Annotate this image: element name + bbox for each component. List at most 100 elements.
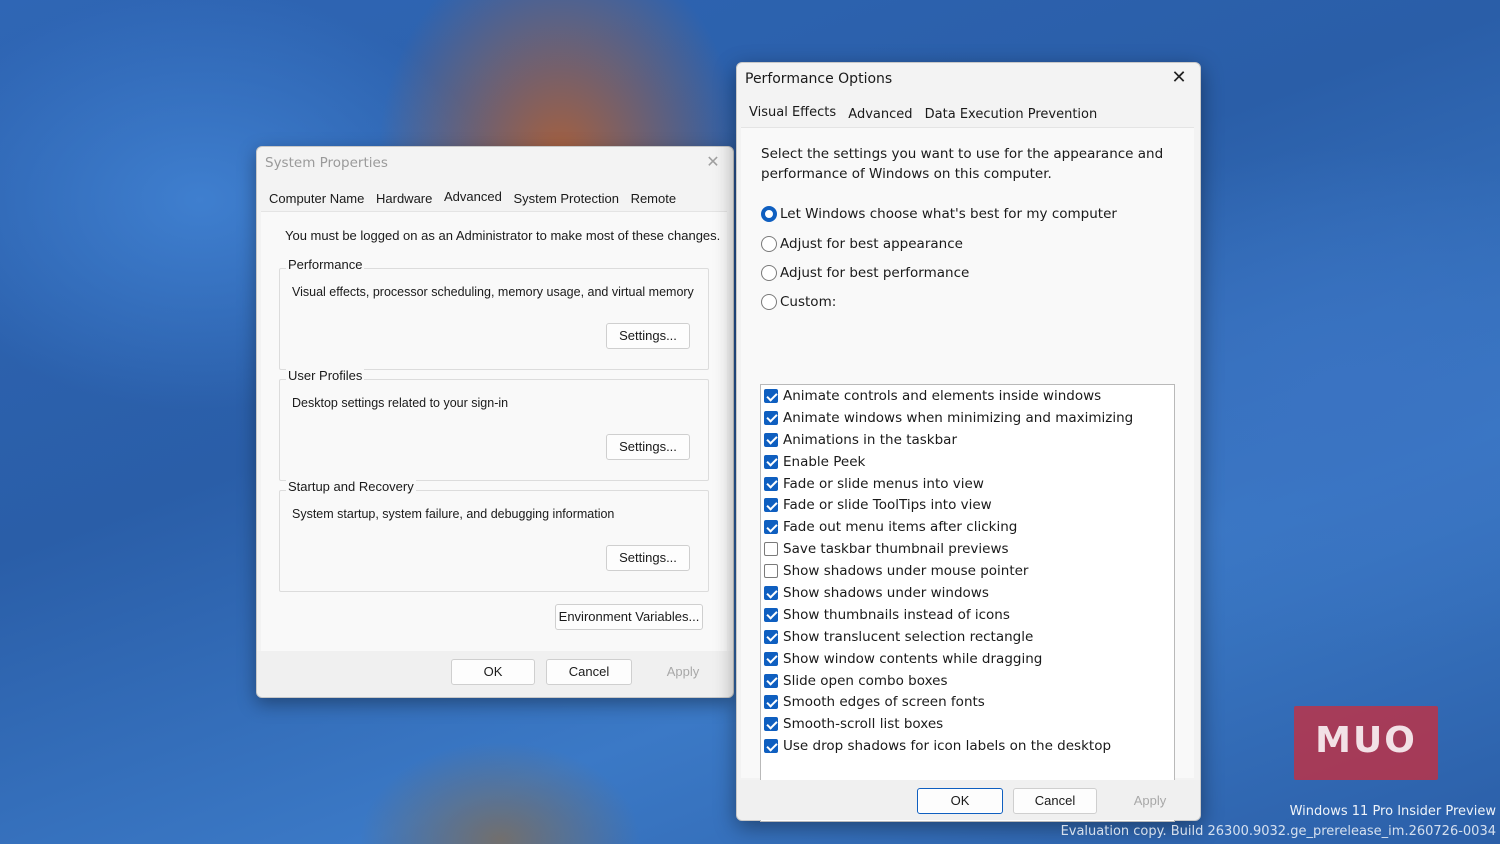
tab-system-protection[interactable]: System Protection: [509, 189, 623, 208]
effect-checkbox[interactable]: [764, 651, 778, 666]
effect-list-item[interactable]: Smooth edges of screen fonts: [761, 691, 1174, 713]
radio-label: Adjust for best appearance: [780, 236, 963, 252]
effect-list-item[interactable]: Animations in the taskbar: [761, 429, 1174, 451]
ok-button[interactable]: OK: [451, 659, 535, 685]
effect-label: Animations in the taskbar: [783, 431, 958, 448]
tab-visual-effects[interactable]: Visual Effects: [745, 105, 840, 120]
effect-checkbox[interactable]: [764, 739, 778, 754]
performance-settings-button[interactable]: Settings...: [606, 323, 690, 349]
effect-list-item[interactable]: Animate controls and elements inside win…: [761, 385, 1174, 407]
muo-logo: MUO: [1294, 706, 1438, 780]
radio-label: Custom:: [780, 294, 837, 310]
effect-checkbox[interactable]: [764, 410, 778, 425]
apply-button[interactable]: Apply: [1107, 788, 1193, 814]
radio-button[interactable]: [761, 265, 777, 281]
dialog-title: Performance Options: [745, 71, 893, 87]
close-icon[interactable]: ✕: [1168, 67, 1190, 88]
effect-label: Enable Peek: [783, 453, 866, 470]
effect-label: Show translucent selection rectangle: [783, 628, 1034, 645]
system-properties-dialog: System Properties ✕ Computer Name Hardwa…: [256, 146, 734, 698]
effect-list-item[interactable]: Show shadows under mouse pointer: [761, 560, 1174, 582]
effect-label: Save taskbar thumbnail previews: [783, 541, 1009, 558]
user-profiles-group: User Profiles Desktop settings related t…: [279, 368, 709, 481]
effect-list-item[interactable]: Show window contents while dragging: [761, 648, 1174, 670]
effect-list-item[interactable]: Show thumbnails instead of icons: [761, 604, 1174, 626]
startup-recovery-group: Startup and Recovery System startup, sys…: [279, 479, 709, 592]
effect-label: Fade or slide menus into view: [783, 475, 984, 492]
group-description: System startup, system failure, and debu…: [292, 507, 615, 521]
effect-checkbox[interactable]: [764, 520, 778, 535]
tab-panel-visual-effects: Select the settings you want to use for …: [741, 127, 1194, 822]
effect-label: Fade or slide ToolTips into view: [783, 497, 992, 514]
effect-checkbox[interactable]: [764, 607, 778, 622]
effect-checkbox[interactable]: [764, 629, 778, 644]
group-description: Visual effects, processor scheduling, me…: [292, 285, 694, 299]
ok-button[interactable]: OK: [917, 788, 1003, 814]
effect-list-item[interactable]: Show translucent selection rectangle: [761, 626, 1174, 648]
intro-text: Select the settings you want to use for …: [761, 146, 1164, 182]
group-description: Desktop settings related to your sign-in: [292, 396, 509, 410]
effect-list-item[interactable]: Fade out menu items after clicking: [761, 516, 1174, 538]
effect-checkbox[interactable]: [764, 476, 778, 491]
admin-note: You must be logged on as an Administrato…: [285, 228, 721, 243]
dialog-footer: OK Cancel Apply: [737, 780, 1200, 820]
effect-list-item[interactable]: Show shadows under windows: [761, 582, 1174, 604]
effect-label: Smooth-scroll list boxes: [783, 716, 944, 733]
logo-text: MUO: [1315, 720, 1417, 761]
effect-list-item[interactable]: Enable Peek: [761, 451, 1174, 473]
cancel-button[interactable]: Cancel: [546, 659, 632, 685]
tab-advanced[interactable]: Advanced: [844, 107, 916, 122]
effect-label: Slide open combo boxes: [783, 672, 948, 689]
visual-effects-list[interactable]: Animate controls and elements inside win…: [760, 384, 1175, 822]
effect-label: Smooth edges of screen fonts: [783, 694, 985, 711]
effect-label: Fade out menu items after clicking: [783, 519, 1018, 536]
tab-data-execution-prevention[interactable]: Data Execution Prevention: [921, 107, 1102, 122]
radio-button[interactable]: [761, 236, 777, 252]
effect-checkbox[interactable]: [764, 432, 778, 447]
effect-checkbox[interactable]: [764, 498, 778, 513]
effect-checkbox[interactable]: [764, 542, 778, 557]
effect-checkbox[interactable]: [764, 389, 778, 403]
effect-list-item[interactable]: Slide open combo boxes: [761, 670, 1174, 692]
tab-hardware[interactable]: Hardware: [372, 189, 436, 208]
effect-list-item[interactable]: Save taskbar thumbnail previews: [761, 538, 1174, 560]
group-title: User Profiles: [286, 368, 365, 383]
watermark-line-1: Windows 11 Pro Insider Preview: [1289, 804, 1496, 819]
effect-checkbox[interactable]: [764, 695, 778, 710]
dialog-title: System Properties: [265, 155, 388, 171]
effect-list-item[interactable]: Fade or slide menus into view: [761, 473, 1174, 495]
close-icon[interactable]: ✕: [703, 152, 723, 172]
effect-checkbox[interactable]: [764, 454, 778, 469]
radio-label: Let Windows choose what's best for my co…: [780, 206, 1117, 222]
effect-checkbox[interactable]: [764, 673, 778, 688]
dialog-footer: OK Cancel Apply: [257, 651, 733, 697]
radio-button[interactable]: [761, 294, 777, 310]
effect-label: Show shadows under mouse pointer: [783, 563, 1029, 580]
group-title: Performance: [286, 257, 365, 272]
tab-advanced[interactable]: Advanced: [440, 187, 506, 206]
cancel-button[interactable]: Cancel: [1013, 788, 1097, 814]
effect-list-item[interactable]: Fade or slide ToolTips into view: [761, 494, 1174, 516]
effect-label: Animate controls and elements inside win…: [783, 388, 1102, 404]
effect-checkbox[interactable]: [764, 564, 778, 579]
radio-label: Adjust for best performance: [780, 265, 970, 281]
watermark-line-2: Evaluation copy. Build 26300.9032.ge_pre…: [1060, 824, 1496, 839]
effect-list-item[interactable]: Animate windows when minimizing and maxi…: [761, 407, 1174, 429]
performance-group: Performance Visual effects, processor sc…: [279, 257, 709, 370]
tab-computer-name[interactable]: Computer Name: [265, 189, 368, 208]
environment-variables-button[interactable]: Environment Variables...: [555, 604, 703, 630]
effect-label: Animate windows when minimizing and maxi…: [783, 409, 1134, 426]
apply-button[interactable]: Apply: [641, 659, 725, 685]
effect-label: Show window contents while dragging: [783, 650, 1043, 667]
effect-list-item[interactable]: Use drop shadows for icon labels on the …: [761, 735, 1174, 757]
effect-list-item[interactable]: Smooth-scroll list boxes: [761, 713, 1174, 735]
tab-remote[interactable]: Remote: [627, 189, 681, 208]
group-title: Startup and Recovery: [286, 479, 416, 494]
system-properties-titlebar[interactable]: System Properties ✕: [257, 147, 733, 179]
effect-checkbox[interactable]: [764, 717, 778, 732]
effect-label: Show thumbnails instead of icons: [783, 606, 1010, 623]
radio-button[interactable]: [761, 206, 777, 222]
user-profiles-settings-button[interactable]: Settings...: [606, 434, 690, 460]
effect-checkbox[interactable]: [764, 586, 778, 601]
startup-recovery-settings-button[interactable]: Settings...: [606, 545, 690, 571]
